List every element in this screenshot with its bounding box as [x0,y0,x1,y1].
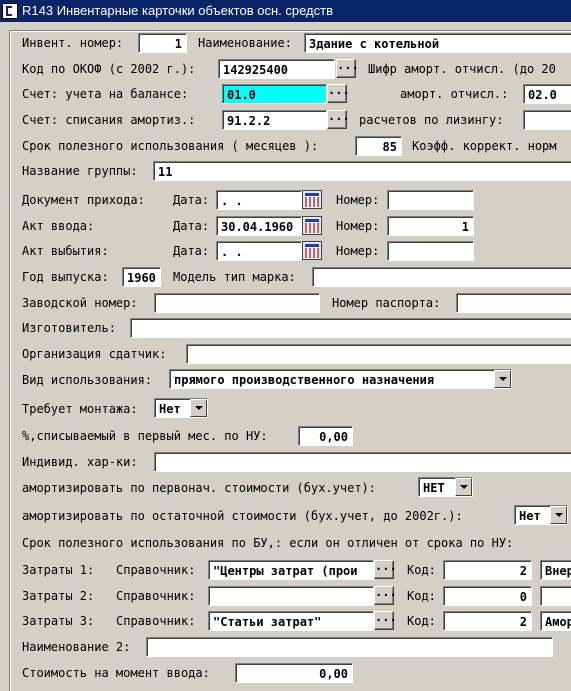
window-title: R143 Инвентарные карточки объектов осн. … [22,3,333,18]
mounting-label: Требует монтажа: [22,402,138,416]
useful-life-field[interactable]: 85 [355,136,402,156]
passport-number-label: Номер паспорта: [332,296,441,310]
commissioning-calendar-icon[interactable] [302,216,322,235]
coef-label: Коэфф. коррект. норм [412,139,557,153]
writeoff-account-field[interactable]: 91.2.2 [222,110,327,130]
cost3-name-field[interactable]: Амор [540,611,571,631]
okof-lookup-button[interactable]: ... [336,59,359,78]
disposal-calendar-icon[interactable] [302,241,322,260]
cost2-lookup-button[interactable]: ... [374,586,397,605]
receipt-number-field[interactable] [387,190,474,210]
name2-label: Наименование 2: [22,640,131,654]
balance-account-label: Счет: учета на балансе: [22,87,189,101]
cost2-directory-field[interactable] [208,586,374,606]
serial-number-field[interactable] [154,293,320,313]
supplier-org-label: Организация сдатчик: [22,347,167,361]
balance-account-lookup-button[interactable]: ... [327,84,350,103]
first-month-percent-label: %,списываемый в первый мес. по НУ: [22,429,268,443]
name-field[interactable]: Здание с котельной [304,33,571,53]
disposal-date-label: Дата: [173,244,210,258]
cost1-label: Затраты 1: [22,563,95,577]
year-field[interactable]: 1960 [122,267,161,287]
commissioning-number-label: Номер: [336,219,380,233]
first-month-percent-field[interactable]: 0,00 [298,426,353,446]
cost3-directory-label: Справочник: [116,614,196,628]
writeoff-account-lookup-button[interactable]: ... [327,110,350,129]
passport-number-field[interactable] [456,293,571,313]
group-name-field[interactable]: 11 [153,161,571,181]
group-name-label: Название группы: [22,164,138,178]
cost2-directory-label: Справочник: [116,589,196,603]
usage-type-select[interactable]: прямого производственного назначения [169,369,512,389]
commissioning-act-label: Акт ввода: [22,219,95,233]
manufacturer-label: Изготовитель: [22,321,116,335]
year-label: Год выпуска: [22,270,109,284]
commissioning-date-label: Дата: [173,219,210,233]
disposal-number-label: Номер: [336,244,380,258]
receipt-date-label: Дата: [173,193,210,207]
cost1-name-field[interactable]: Внер [540,560,571,580]
cost2-label: Затраты 2: [22,589,95,603]
useful-life-label: Срок полезного использования ( месяцев )… [22,139,319,153]
manufacturer-field[interactable] [130,318,571,338]
useful-life-bu-label: Срок полезного использования по БУ,: есл… [22,536,514,550]
cost3-directory-field[interactable]: "Статьи затрат" [208,611,374,631]
amort-account-field[interactable]: 02.0 [523,84,571,104]
disposal-act-label: Акт выбытия: [22,244,109,258]
disposal-number-field[interactable] [387,241,474,261]
disposal-date-field[interactable]: . . [216,241,302,261]
cost2-name-field[interactable] [540,586,571,606]
amortize-residual-cost-label: амортизировать по остаточной стоимости (… [22,509,463,523]
commissioning-cost-label: Стоимость на момент ввода: [22,666,210,680]
inventory-number-label: Инвент. номер: [22,36,124,50]
leasing-label: расчетов по лизингу: [359,113,504,127]
balance-account-field[interactable]: 01.0 [222,84,327,104]
okof-label: Код по ОКОФ (с 2002 г.): [22,62,196,76]
commissioning-date-field[interactable]: 30.04.1960 [216,216,302,236]
cost1-code-label: Код: [407,563,436,577]
receipt-calendar-icon[interactable] [302,190,322,209]
cost3-code-label: Код: [407,614,436,628]
receipt-doc-label: Документ прихода: [22,193,145,207]
individual-props-label: Индивид. хар-ки: [22,455,138,469]
amort-account-label: аморт. отчисл.: [400,87,509,101]
serial-number-label: Заводской номер: [22,296,138,310]
cost3-code-field[interactable]: 2 [443,611,532,631]
receipt-date-field[interactable]: . . [216,190,302,210]
mounting-chevron-down-icon[interactable] [190,399,207,417]
title-bar: R143 Инвентарные карточки объектов осн. … [0,0,571,22]
amortize-initial-chevron-down-icon[interactable] [455,478,472,496]
cost1-lookup-button[interactable]: ... [374,560,397,579]
amortize-residual-chevron-down-icon[interactable] [550,506,567,524]
amort-code-label: Шифр аморт. отчисл. (до 20 [368,62,556,76]
model-field[interactable] [312,267,571,287]
inventory-number-field[interactable]: 1 [138,33,187,53]
name-label: Наименование: [198,36,292,50]
receipt-number-label: Номер: [336,193,380,207]
commissioning-cost-field[interactable]: 0,00 [235,663,353,683]
leasing-field[interactable] [523,110,571,130]
cost1-directory-label: Справочник: [116,563,196,577]
cost1-code-field[interactable]: 2 [443,560,532,580]
usage-type-chevron-down-icon[interactable] [494,370,511,388]
usage-type-label: Вид использования: [22,373,153,387]
model-label: Модель тип марка: [173,270,296,284]
cost2-code-field[interactable]: 0 [443,586,532,606]
cost1-directory-field[interactable]: "Центры затрат (прои [208,560,374,580]
writeoff-account-label: Счет: списания амортиз.: [22,113,196,127]
cost2-code-label: Код: [407,589,436,603]
app-icon [2,3,18,19]
okof-field[interactable]: 142925400 [218,59,335,79]
cost3-label: Затраты 3: [22,614,95,628]
individual-props-field[interactable] [154,452,571,472]
supplier-org-field[interactable] [186,344,571,364]
cost3-lookup-button[interactable]: ... [374,611,397,630]
amortize-initial-cost-label: амортизировать по первонач. стоимости (б… [22,481,377,495]
commissioning-number-field[interactable]: 1 [387,216,474,236]
name2-field[interactable] [146,637,553,657]
